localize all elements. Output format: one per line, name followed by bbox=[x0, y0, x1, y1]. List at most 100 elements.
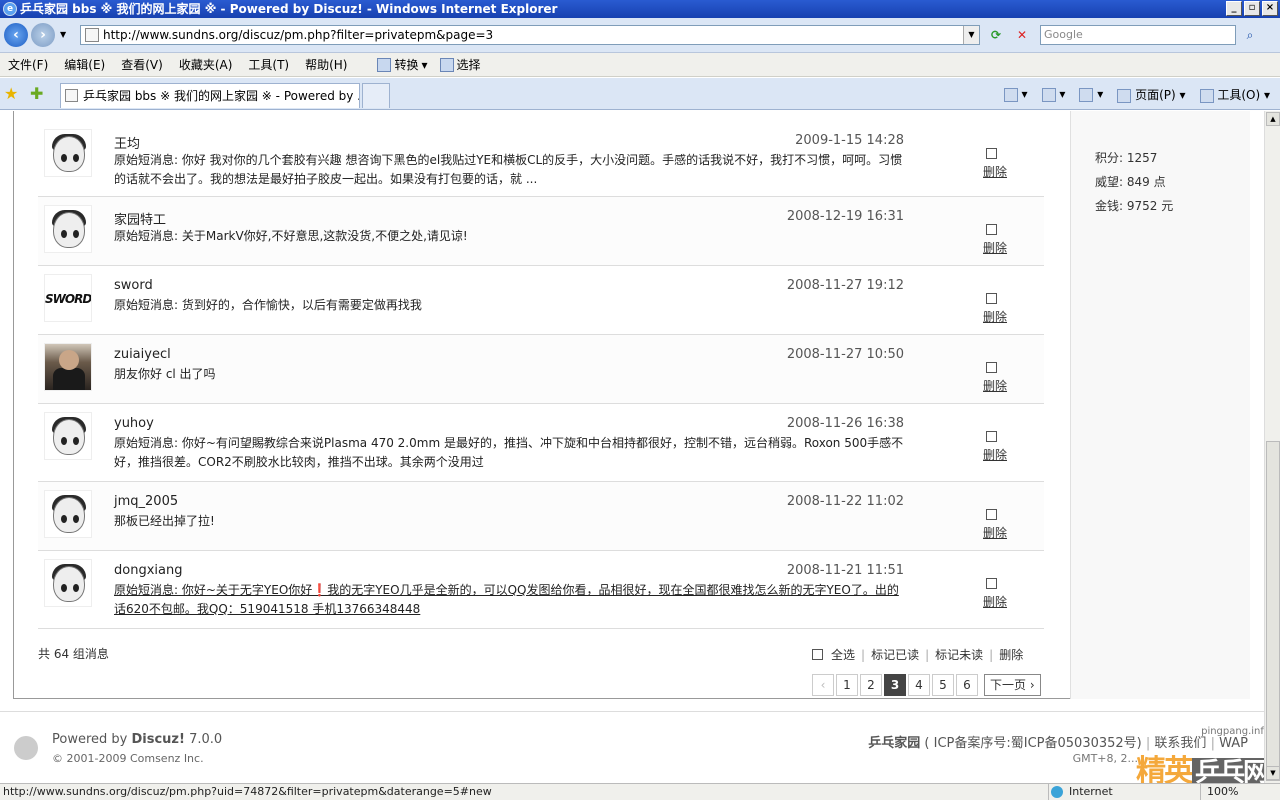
menu-edit[interactable]: 编辑(E) bbox=[64, 56, 105, 73]
message-row: 家园特工 2008-12-19 16:31 原始短消息: 关于MarkV你好,不好意… bbox=[38, 197, 1044, 266]
scroll-down-icon[interactable]: ▼ bbox=[1266, 766, 1280, 780]
message-checkbox[interactable] bbox=[986, 224, 997, 235]
pagination: ‹ 1 2 3 4 5 6 下一页 › bbox=[812, 674, 1041, 696]
search-icon[interactable]: ⌕ bbox=[1238, 25, 1262, 45]
home-button[interactable]: ▾ bbox=[1003, 87, 1028, 102]
scroll-thumb[interactable] bbox=[1266, 441, 1280, 781]
message-preview[interactable]: 那板已经出掉了拉! bbox=[114, 512, 904, 531]
user-sidebar: 积分: 1257 威望: 849 点 金钱: 9752 元 bbox=[1070, 111, 1250, 699]
select-all-link[interactable]: 全选 bbox=[831, 646, 855, 663]
message-sender[interactable]: zuiaiyecl bbox=[114, 347, 171, 362]
address-input[interactable]: http://www.sundns.org/discuz/pm.php?filt… bbox=[80, 25, 980, 45]
message-row: jmq_2005 2008-11-22 11:02 那板已经出掉了拉! 删除 bbox=[38, 482, 1044, 551]
page-menu[interactable]: 页面(P) ▾ bbox=[1117, 86, 1186, 103]
message-checkbox[interactable] bbox=[986, 293, 997, 304]
message-checkbox[interactable] bbox=[986, 578, 997, 589]
tools-menu[interactable]: 工具(O) ▾ bbox=[1199, 86, 1270, 103]
menu-favorites[interactable]: 收藏夹(A) bbox=[179, 56, 233, 73]
select-all-checkbox[interactable] bbox=[812, 649, 823, 660]
close-button[interactable]: × bbox=[1262, 1, 1278, 16]
message-date: 2008-11-27 10:50 bbox=[786, 347, 904, 362]
pager-next[interactable]: 下一页 › bbox=[984, 674, 1041, 696]
refresh-icon[interactable]: ⟳ bbox=[986, 25, 1006, 45]
address-dropdown-icon[interactable]: ▼ bbox=[963, 26, 979, 44]
avatar[interactable] bbox=[44, 205, 92, 253]
site-name-link[interactable]: 乒乓家园 bbox=[868, 736, 920, 751]
avatar[interactable] bbox=[44, 490, 92, 538]
forward-button[interactable]: › bbox=[31, 23, 55, 47]
menu-file[interactable]: 文件(F) bbox=[8, 56, 48, 73]
copyright: © 2001-2009 Comsenz Inc. bbox=[52, 752, 204, 765]
message-checkbox[interactable] bbox=[986, 148, 997, 159]
tab-page-icon bbox=[65, 89, 78, 102]
tab-bar: ★ ✚ 乒乓家园 bbs ※ 我们的网上家园 ※ - Powered by ..… bbox=[0, 78, 1280, 110]
pager-page[interactable]: 4 bbox=[908, 674, 930, 696]
message-preview[interactable]: 朋友你好 cl 出了吗 bbox=[114, 365, 904, 384]
back-button[interactable]: ‹ bbox=[4, 23, 28, 47]
vertical-scrollbar[interactable]: ▲ ▼ bbox=[1264, 111, 1280, 783]
message-sender[interactable]: sword bbox=[114, 278, 153, 293]
print-button[interactable]: ▾ bbox=[1079, 87, 1103, 102]
delete-link[interactable]: 删除 bbox=[983, 308, 1007, 325]
separator: | bbox=[861, 647, 866, 662]
pager-page[interactable]: 2 bbox=[860, 674, 882, 696]
message-checkbox[interactable] bbox=[986, 362, 997, 373]
menu-help[interactable]: 帮助(H) bbox=[305, 56, 347, 73]
bulk-delete-link[interactable]: 删除 bbox=[999, 646, 1023, 663]
pager-page[interactable]: 6 bbox=[956, 674, 978, 696]
message-sender[interactable]: 家园特工 bbox=[114, 209, 166, 228]
page-menu-icon bbox=[1117, 88, 1132, 103]
message-checkbox[interactable] bbox=[986, 509, 997, 520]
icp-text[interactable]: ( ICP备案序号:蜀ICP备05030352号) bbox=[924, 736, 1141, 751]
page-icon bbox=[85, 28, 99, 42]
security-zone[interactable]: Internet bbox=[1048, 784, 1198, 800]
zoom-level[interactable]: 100% bbox=[1200, 784, 1280, 800]
pager-prev[interactable]: ‹ bbox=[812, 674, 834, 696]
discuz-link[interactable]: Discuz! bbox=[131, 732, 184, 747]
pager-page[interactable]: 1 bbox=[836, 674, 858, 696]
avatar[interactable] bbox=[44, 559, 92, 607]
message-sender[interactable]: yuhoy bbox=[114, 416, 154, 431]
pager-page[interactable]: 5 bbox=[932, 674, 954, 696]
minimize-button[interactable]: _ bbox=[1226, 1, 1242, 16]
delete-link[interactable]: 删除 bbox=[983, 163, 1007, 180]
delete-link[interactable]: 删除 bbox=[983, 524, 1007, 541]
select-button[interactable]: 选择 bbox=[439, 56, 481, 73]
convert-button[interactable]: 转换 ▾ bbox=[377, 56, 428, 73]
new-tab-button[interactable] bbox=[362, 83, 390, 108]
menu-view[interactable]: 查看(V) bbox=[121, 56, 163, 73]
scroll-up-icon[interactable]: ▲ bbox=[1266, 112, 1280, 126]
favorites-star-icon[interactable]: ★ bbox=[4, 84, 18, 103]
tab-current[interactable]: 乒乓家园 bbs ※ 我们的网上家园 ※ - Powered by ... bbox=[60, 83, 360, 108]
maximize-button[interactable]: ▫ bbox=[1244, 1, 1260, 16]
message-preview[interactable]: 原始短消息: 货到好的，合作愉快，以后有需要定做再找我 bbox=[114, 296, 904, 315]
avatar[interactable]: SWORD bbox=[44, 274, 92, 322]
avatar[interactable] bbox=[44, 343, 92, 391]
avatar[interactable] bbox=[44, 412, 92, 460]
message-preview[interactable]: 原始短消息: 你好 我对你的几个套胶有兴趣 想咨询下黑色的el我贴过YE和横板C… bbox=[114, 151, 904, 189]
delete-link[interactable]: 删除 bbox=[983, 377, 1007, 394]
message-date: 2008-11-27 19:12 bbox=[786, 278, 904, 293]
delete-link[interactable]: 删除 bbox=[983, 446, 1007, 463]
message-date: 2008-12-19 16:31 bbox=[786, 209, 904, 224]
message-preview[interactable]: 原始短消息: 关于MarkV你好,不好意思,这款没货,不便之处,请见谅! bbox=[114, 227, 904, 246]
message-preview[interactable]: 原始短消息: 你好~有问望賜教综合来说Plasma 470 2.0mm 是最好的… bbox=[114, 434, 904, 472]
message-sender[interactable]: jmq_2005 bbox=[114, 494, 178, 509]
feeds-button[interactable]: ▾ bbox=[1041, 87, 1065, 102]
avatar[interactable] bbox=[44, 129, 92, 177]
stop-icon[interactable]: ✕ bbox=[1012, 25, 1032, 45]
message-row: SWORD sword 2008-11-27 19:12 原始短消息: 货到好的，合作… bbox=[38, 266, 1044, 335]
home-icon bbox=[1003, 87, 1018, 102]
delete-link[interactable]: 删除 bbox=[983, 593, 1007, 610]
menu-tools[interactable]: 工具(T) bbox=[248, 56, 289, 73]
message-sender[interactable]: dongxiang bbox=[114, 563, 182, 578]
add-favorite-icon[interactable]: ✚ bbox=[30, 84, 43, 103]
search-input[interactable]: Google bbox=[1040, 25, 1236, 45]
message-checkbox[interactable] bbox=[986, 431, 997, 442]
mark-read-link[interactable]: 标记已读 bbox=[871, 646, 919, 663]
message-preview[interactable]: 原始短消息: 你好~关于无字YEO你好❗我的无字YEO几乎是全新的，可以QQ发图… bbox=[114, 581, 904, 619]
message-sender[interactable]: 王均 bbox=[114, 133, 140, 152]
delete-link[interactable]: 删除 bbox=[983, 239, 1007, 256]
history-dropdown-icon[interactable]: ▼ bbox=[60, 30, 66, 39]
mark-unread-link[interactable]: 标记未读 bbox=[935, 646, 983, 663]
